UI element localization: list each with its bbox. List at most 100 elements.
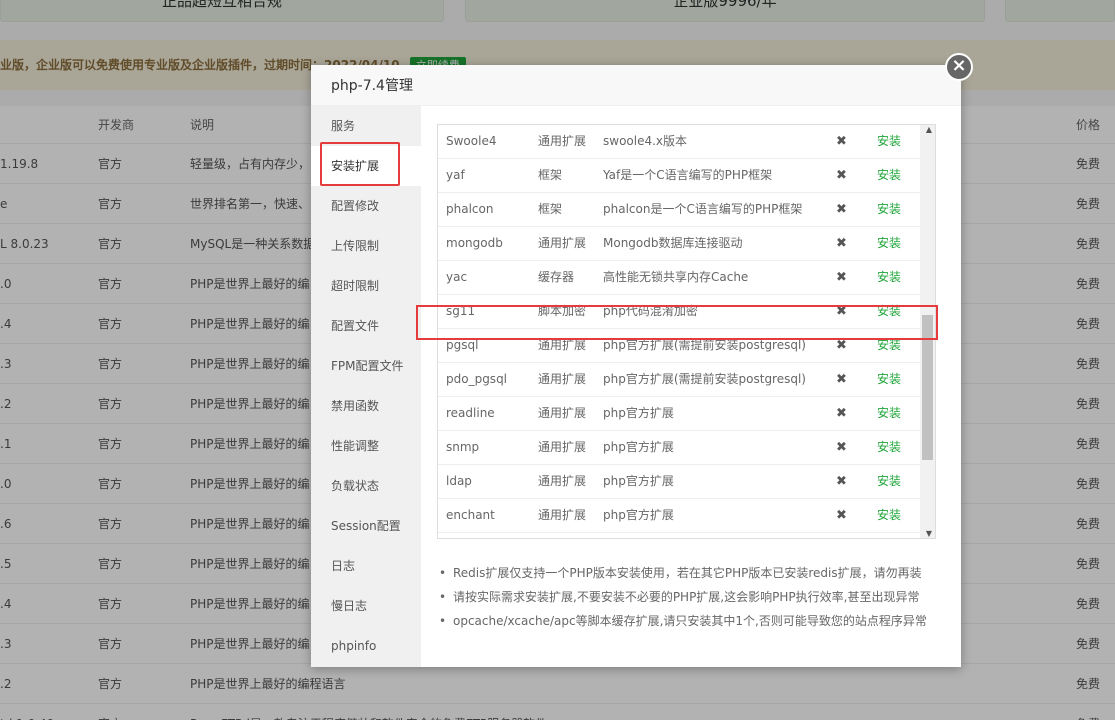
tip-item: opcache/xcache/apc等脚本缓存扩展,请只安装其中1个,否则可能导… — [437, 609, 957, 633]
menu-item[interactable]: 负载状态 — [311, 466, 421, 506]
install-link[interactable]: 安装 — [877, 159, 901, 192]
not-installed-icon: ✖ — [836, 202, 847, 217]
extension-desc: php官方扩展 — [603, 474, 674, 488]
install-link[interactable]: 安装 — [877, 295, 901, 328]
extension-name: readline — [446, 406, 495, 420]
not-installed-icon: ✖ — [836, 270, 847, 285]
extension-type: 通用扩展 — [538, 440, 587, 454]
menu-item[interactable]: 日志 — [311, 546, 421, 586]
extension-name: pdo_pgsql — [446, 372, 508, 386]
extension-name: phalcon — [446, 202, 494, 216]
extension-type: 框架 — [538, 202, 563, 216]
extension-row: pgsql 通用扩展 php官方扩展(需提前安装postgresql) ✖ 安装 — [438, 329, 935, 363]
extension-name: sg11 — [446, 304, 476, 318]
not-installed-icon: ✖ — [836, 406, 847, 421]
close-icon[interactable]: × — [945, 53, 973, 81]
extension-desc: php官方扩展 — [603, 406, 674, 420]
extension-name: pgsql — [446, 338, 479, 352]
extension-desc: swoole4.x版本 — [603, 134, 688, 148]
extension-desc: 高性能无锁共享内存Cache — [603, 270, 749, 284]
extension-name: snmp — [446, 440, 480, 454]
not-installed-icon: ✖ — [836, 304, 847, 319]
install-link[interactable]: 安装 — [877, 329, 901, 362]
scroll-thumb[interactable] — [922, 315, 933, 460]
extension-desc: php官方扩展(需提前安装postgresql) — [603, 338, 806, 352]
extension-desc: php代码混淆加密 — [603, 304, 698, 318]
menu-item[interactable]: 配置修改 — [311, 186, 421, 226]
menu-item[interactable]: FPM配置文件 — [311, 346, 421, 386]
extension-row: sg11 脚本加密 php代码混淆加密 ✖ 安装 — [438, 295, 935, 329]
extension-row: enchant 通用扩展 php官方扩展 ✖ 安装 — [438, 499, 935, 533]
menu-item[interactable]: 超时限制 — [311, 266, 421, 306]
not-installed-icon: ✖ — [836, 236, 847, 251]
not-installed-icon: ✖ — [836, 372, 847, 387]
extension-name: enchant — [446, 508, 495, 522]
scroll-up-icon[interactable]: ▲ — [926, 125, 932, 134]
extension-row: yac 缓存器 高性能无锁共享内存Cache ✖ 安装 — [438, 261, 935, 295]
extension-row: ldap 通用扩展 php官方扩展 ✖ 安装 — [438, 465, 935, 499]
extension-type: 脚本加密 — [538, 304, 587, 318]
dialog-title: php-7.4管理 — [311, 65, 961, 106]
install-link[interactable]: 安装 — [877, 465, 901, 498]
not-installed-icon: ✖ — [836, 440, 847, 455]
extension-row: pdo_pgsql 通用扩展 php官方扩展(需提前安装postgresql) ✖ 安装 — [438, 363, 935, 397]
extension-type: 通用扩展 — [538, 474, 587, 488]
extension-type: 通用扩展 — [538, 508, 587, 522]
menu-item[interactable]: 上传限制 — [311, 226, 421, 266]
extension-row: readline 通用扩展 php官方扩展 ✖ 安装 — [438, 397, 935, 431]
tip-item: Redis扩展仅支持一个PHP版本安装使用，若在其它PHP版本已安装redis扩… — [437, 561, 957, 585]
extension-type: 框架 — [538, 168, 563, 182]
extension-type: 通用扩展 — [538, 338, 587, 352]
extension-type: 通用扩展 — [538, 134, 587, 148]
extension-type: 通用扩展 — [538, 372, 587, 386]
menu-item[interactable]: Session配置 — [311, 506, 421, 546]
extension-row: phalcon 框架 phalcon是一个C语言编写的PHP框架 ✖ 安装 — [438, 193, 935, 227]
extension-type: 通用扩展 — [538, 406, 587, 420]
tip-item: 请按实际需求安装扩展,不要安装不必要的PHP扩展,这会影响PHP执行效率,甚至出… — [437, 585, 957, 609]
menu-item[interactable]: 配置文件 — [311, 306, 421, 346]
scroll-down-icon[interactable]: ▼ — [926, 529, 932, 538]
dialog-content: Swoole4 通用扩展 swoole4.x版本 ✖ 安装 yaf 框架 Yaf是一个C语言编… — [421, 106, 961, 667]
extension-desc: phalcon是一个C语言编写的PHP框架 — [603, 202, 803, 216]
install-link[interactable]: 安装 — [877, 431, 901, 464]
extension-name: ldap — [446, 474, 472, 488]
tips-list: Redis扩展仅支持一个PHP版本安装使用，若在其它PHP版本已安装redis扩… — [437, 561, 957, 633]
extension-desc: php官方扩展(需提前安装postgresql) — [603, 372, 806, 386]
install-link[interactable]: 安装 — [877, 397, 901, 430]
extension-type: 缓存器 — [538, 270, 575, 284]
php-manage-dialog: php-7.4管理 服务 安装扩展 配置修改 上传限制 超时限制 配置文件 FPM配置文件禁… — [311, 65, 961, 667]
extension-desc: Mongodb数据库连接驱动 — [603, 236, 743, 250]
install-link[interactable]: 安装 — [877, 125, 901, 158]
extension-desc: php官方扩展 — [603, 440, 674, 454]
menu-item[interactable]: 安装扩展 — [311, 146, 421, 186]
menu-item[interactable]: 禁用函数 — [311, 386, 421, 426]
install-link[interactable]: 安装 — [877, 193, 901, 226]
extension-name: mongodb — [446, 236, 503, 250]
extension-row: snmp 通用扩展 php官方扩展 ✖ 安装 — [438, 431, 935, 465]
dialog-sidebar: 服务 安装扩展 配置修改 上传限制 超时限制 配置文件 FPM配置文件 禁用函数 性能调整 负载状… — [311, 106, 421, 667]
not-installed-icon: ✖ — [836, 474, 847, 489]
extension-row: Swoole4 通用扩展 swoole4.x版本 ✖ 安装 — [438, 125, 935, 159]
not-installed-icon: ✖ — [836, 338, 847, 353]
install-link[interactable]: 安装 — [877, 261, 901, 294]
not-installed-icon: ✖ — [836, 168, 847, 183]
not-installed-icon: ✖ — [836, 508, 847, 523]
install-link[interactable]: 安装 — [877, 499, 901, 532]
extension-desc: php官方扩展 — [603, 508, 674, 522]
extension-name: yaf — [446, 168, 465, 182]
extension-name: Swoole4 — [446, 134, 497, 148]
menu-item[interactable]: 性能调整 — [311, 426, 421, 466]
menu-item[interactable]: phpinfo — [311, 626, 421, 666]
extension-row: yaf 框架 Yaf是一个C语言编写的PHP框架 ✖ 安装 — [438, 159, 935, 193]
menu-item[interactable]: 慢日志 — [311, 586, 421, 626]
extension-list: Swoole4 通用扩展 swoole4.x版本 ✖ 安装 yaf 框架 Yaf是一个C语言编… — [437, 124, 936, 539]
install-link[interactable]: 安装 — [877, 363, 901, 396]
install-link[interactable]: 安装 — [877, 227, 901, 260]
extension-type: 通用扩展 — [538, 236, 587, 250]
not-installed-icon: ✖ — [836, 134, 847, 149]
extension-name: yac — [446, 270, 468, 284]
scrollbar[interactable]: ▲ ▼ — [920, 125, 935, 538]
menu-item[interactable]: 服务 — [311, 106, 421, 146]
extension-row: mongodb 通用扩展 Mongodb数据库连接驱动 ✖ 安装 — [438, 227, 935, 261]
extension-desc: Yaf是一个C语言编写的PHP框架 — [603, 168, 773, 182]
